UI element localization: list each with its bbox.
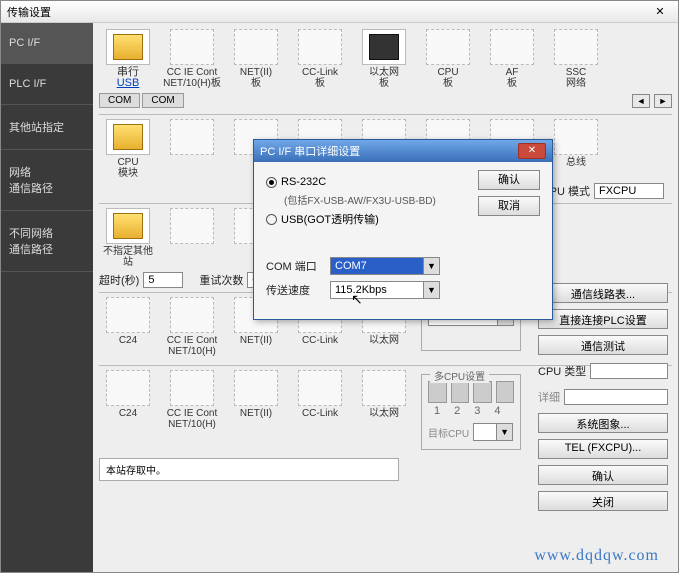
pcif-cclink[interactable]: CC-Link 板 xyxy=(291,29,349,89)
com-port-label: COM 端口 xyxy=(266,258,326,274)
diff-network-path-row: C24 CC IE Cont NET/10(H) NET(II) CC-Link… xyxy=(99,370,413,450)
retry-label: 重试次数 xyxy=(199,272,243,288)
chevron-down-icon: ▼ xyxy=(423,282,439,298)
sidebar: PC I/F PLC I/F 其他站指定 网络 通信路径 不同网络 通信路径 xyxy=(1,23,93,572)
comm-test-button[interactable]: 通信测试 xyxy=(538,335,668,355)
dialog-title: PC I/F 串口详细设置 xyxy=(260,143,518,159)
serial-detail-dialog: PC I/F 串口详细设置 ✕ 确认 取消 RS-232C (包括FX-USB-… xyxy=(253,139,553,320)
net2-c24[interactable]: C24 xyxy=(99,370,157,450)
station-icon xyxy=(113,213,143,239)
transfer-settings-window: 传输设置 ✕ PC I/F PLC I/F 其他站指定 网络 通信路径 不同网络… xyxy=(0,0,679,573)
tab-com-2[interactable]: COM xyxy=(142,93,183,108)
cpu-type-field[interactable] xyxy=(590,363,668,379)
nav-right-icon[interactable]: ► xyxy=(654,94,672,108)
other-station-icon[interactable]: 不指定其他站 xyxy=(99,208,157,268)
radio-icon xyxy=(266,214,277,225)
nav-left-icon[interactable]: ◄ xyxy=(632,94,650,108)
status-bar: 本站存取中。 xyxy=(99,458,399,481)
window-title: 传输设置 xyxy=(7,4,648,20)
pcif-icon-row: 串行USB CC IE Cont NET/10(H)板 NET(II) 板 CC… xyxy=(99,29,672,89)
pcif-netii[interactable]: NET(II) 板 xyxy=(227,29,285,89)
chevron-down-icon: ▼ xyxy=(496,424,512,440)
multi-cpu-4[interactable] xyxy=(496,381,515,403)
multi-cpu-2[interactable] xyxy=(451,381,470,403)
multi-cpu-1[interactable] xyxy=(428,381,447,403)
net2-netii[interactable]: NET(II) xyxy=(227,370,285,450)
ok-button[interactable]: 确认 xyxy=(538,465,668,485)
plcif-slot-2[interactable] xyxy=(163,119,221,179)
sidebar-item-plc-if[interactable]: PLC I/F xyxy=(1,64,93,105)
direct-plc-button[interactable]: 直接连接PLC设置 xyxy=(538,309,668,329)
speed-label: 传送速度 xyxy=(266,282,326,298)
plcif-bus[interactable]: 总线 xyxy=(547,119,605,179)
tabbar: COM COM ◄ ► xyxy=(99,93,672,108)
plcif-cpu-module[interactable]: CPU 模块 xyxy=(99,119,157,179)
sidebar-item-pc-if[interactable]: PC I/F xyxy=(1,23,93,64)
close-icon[interactable]: ✕ xyxy=(648,5,672,18)
tab-com-1[interactable]: COM xyxy=(99,93,140,108)
tel-fxcpu-button[interactable]: TEL (FXCPU)... xyxy=(538,439,668,459)
titlebar: 传输设置 ✕ xyxy=(1,1,678,23)
right-button-column: 通信线路表... 直接连接PLC设置 通信测试 CPU 类型 详细 系统图象..… xyxy=(538,283,668,511)
pcif-ssc[interactable]: SSC 网络 xyxy=(547,29,605,89)
speed-combo[interactable]: 115.2Kbps ▼ xyxy=(330,281,440,299)
dialog-close-icon[interactable]: ✕ xyxy=(518,143,546,159)
sidebar-item-diff-network-path[interactable]: 不同网络 通信路径 xyxy=(1,211,93,272)
dialog-ok-button[interactable]: 确认 xyxy=(478,170,540,190)
sidebar-item-network-path[interactable]: 网络 通信路径 xyxy=(1,150,93,211)
system-image-button[interactable]: 系统图象... xyxy=(538,413,668,433)
target-cpu-label: 目标CPU xyxy=(428,425,469,440)
pcif-ethernet[interactable]: 以太网 板 xyxy=(355,29,413,89)
close-button[interactable]: 关闭 xyxy=(538,491,668,511)
pcif-af[interactable]: AF 板 xyxy=(483,29,541,89)
net2-ethernet[interactable]: 以太网 xyxy=(355,370,413,450)
net2-ccie[interactable]: CC IE Cont NET/10(H) xyxy=(163,370,221,450)
main-panel: 串行USB CC IE Cont NET/10(H)板 NET(II) 板 CC… xyxy=(93,23,678,572)
com-port-combo[interactable]: COM7 ▼ xyxy=(330,257,440,275)
timeout-input[interactable]: 5 xyxy=(143,272,183,288)
pcif-serial-usb[interactable]: 串行USB xyxy=(99,29,157,89)
serial-usb-icon xyxy=(113,34,143,60)
pcif-cpu[interactable]: CPU 板 xyxy=(419,29,477,89)
sidebar-item-other-station[interactable]: 其他站指定 xyxy=(1,105,93,150)
pcif-ccie[interactable]: CC IE Cont NET/10(H)板 xyxy=(163,29,221,89)
comm-route-table-button[interactable]: 通信线路表... xyxy=(538,283,668,303)
watermark: www.dqdqw.com xyxy=(534,547,659,565)
timeout-label: 超时(秒) xyxy=(99,272,139,288)
ethernet-icon xyxy=(369,34,399,60)
net1-c24[interactable]: C24 xyxy=(99,297,157,357)
net1-ccie[interactable]: CC IE Cont NET/10(H) xyxy=(163,297,221,357)
cpu-module-icon xyxy=(113,124,143,150)
multi-cpu-3[interactable] xyxy=(473,381,492,403)
dialog-cancel-button[interactable]: 取消 xyxy=(478,196,540,216)
target-cpu-combo[interactable]: ▼ xyxy=(473,423,513,441)
dialog-titlebar: PC I/F 串口详细设置 ✕ xyxy=(254,140,552,162)
detail-field[interactable] xyxy=(564,389,668,405)
chevron-down-icon: ▼ xyxy=(423,258,439,274)
cpu-mode-value[interactable]: FXCPU xyxy=(594,183,664,199)
multi-cpu-group: 多CPU设置 1 2 3 4 目标CPU xyxy=(421,374,521,450)
net2-cclink[interactable]: CC-Link xyxy=(291,370,349,450)
radio-icon xyxy=(266,177,277,188)
